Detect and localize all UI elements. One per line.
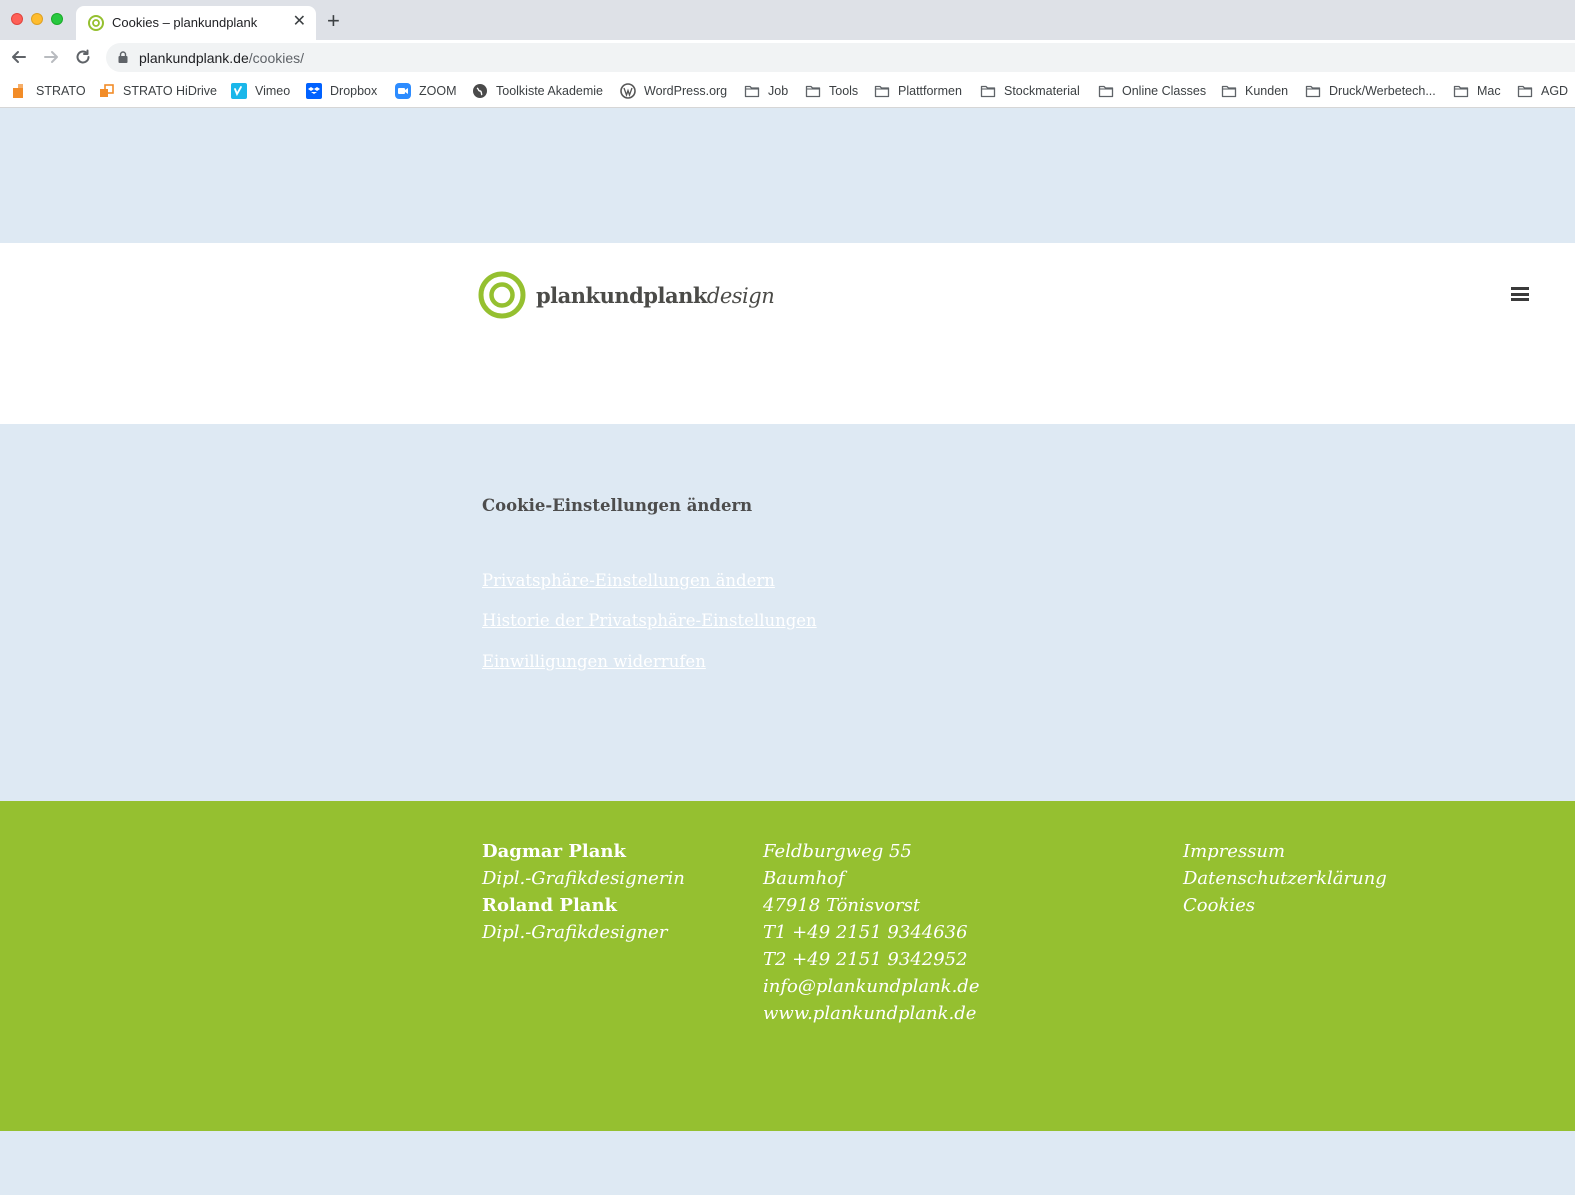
lock-icon[interactable] xyxy=(118,51,128,63)
close-tab-icon[interactable]: ✕ xyxy=(293,12,306,32)
phone-2[interactable]: T2 +49 2151 9342952 xyxy=(763,946,979,973)
logo-wordmark: plankundplankdesign xyxy=(536,282,775,308)
bookmark-item[interactable]: Vimeo xyxy=(231,82,290,100)
bookmark-item[interactable]: WordPress.org xyxy=(620,82,727,100)
bookmark-label: STRATO xyxy=(36,84,86,98)
globe-icon xyxy=(472,83,488,99)
bookmark-label: Plattformen xyxy=(898,84,962,98)
person-title: Dipl.-Grafikdesigner xyxy=(482,922,668,943)
bookmark-label: Online Classes xyxy=(1122,84,1207,98)
impressum-link[interactable]: Impressum xyxy=(1183,838,1387,865)
footer-people: Dagmar Plank Dipl.-Grafikdesignerin Rola… xyxy=(482,838,685,946)
site-footer: Dagmar Plank Dipl.-Grafikdesignerin Rola… xyxy=(0,801,1575,1131)
bookmark-label: Mac xyxy=(1477,84,1501,98)
bookmark-item[interactable]: STRATO xyxy=(12,82,86,100)
address-street: Feldburgweg 55 xyxy=(763,841,912,862)
bookmark-item[interactable]: Druck/Werbetech... xyxy=(1305,82,1436,100)
bookmark-label: Job xyxy=(768,84,789,98)
menu-hamburger-icon[interactable] xyxy=(1511,287,1529,301)
bookmark-item[interactable]: Mac xyxy=(1453,82,1501,100)
bookmark-label: Kunden xyxy=(1245,84,1289,98)
bookmark-item[interactable]: Online Classes xyxy=(1098,82,1206,100)
folder-icon xyxy=(1098,83,1114,99)
strato-icon xyxy=(12,83,28,99)
site-logo[interactable]: plankundplankdesign xyxy=(478,271,775,319)
site-favicon-icon xyxy=(88,15,104,31)
bookmark-item[interactable]: ZOOM xyxy=(395,82,457,100)
address-place: Baumhof xyxy=(763,868,845,889)
bookmark-item[interactable]: Toolkiste Akademie xyxy=(472,82,603,100)
page-heading: Cookie-Einstellungen ändern xyxy=(482,496,753,515)
hidrive-icon xyxy=(99,83,115,99)
bookmark-label: Vimeo xyxy=(255,84,291,98)
back-arrow-icon[interactable] xyxy=(10,48,28,66)
bookmark-label: Druck/Werbetech... xyxy=(1329,84,1436,98)
active-tab[interactable]: Cookies – plankundplank ✕ xyxy=(76,6,316,40)
forward-arrow-icon[interactable] xyxy=(42,48,60,66)
close-window-button[interactable] xyxy=(11,13,23,25)
bookmark-label: STRATO HiDrive xyxy=(123,84,217,98)
bookmark-label: Tools xyxy=(829,84,859,98)
footer-contact: Feldburgweg 55 Baumhof 47918 Tönisvorst … xyxy=(763,838,979,1027)
new-tab-button[interactable]: + xyxy=(327,9,340,33)
bookmark-label: WordPress.org xyxy=(644,84,728,98)
folder-icon xyxy=(1305,83,1321,99)
address-city: 47918 Tönisvorst xyxy=(763,895,921,916)
folder-icon xyxy=(874,83,890,99)
folder-icon xyxy=(980,83,996,99)
bookmark-item[interactable]: Plattformen xyxy=(874,82,962,100)
bookmark-item[interactable]: Job xyxy=(744,82,788,100)
vimeo-icon xyxy=(231,83,247,99)
bookmark-label: Stockmaterial xyxy=(1004,84,1080,98)
person-name: Dagmar Plank xyxy=(482,841,626,862)
bookmark-item[interactable]: Tools xyxy=(805,82,858,100)
zoom-icon xyxy=(395,83,411,99)
bookmark-item[interactable]: Dropbox xyxy=(306,82,377,100)
tab-title: Cookies – plankundplank xyxy=(112,15,258,30)
website-link[interactable]: www.plankundplank.de xyxy=(763,1000,979,1027)
dropbox-icon xyxy=(306,83,322,99)
folder-icon xyxy=(805,83,821,99)
address-bar[interactable]: plankundplank.de/cookies/ xyxy=(106,43,1575,72)
bookmark-label: Toolkiste Akademie xyxy=(496,84,604,98)
privacy-policy-link[interactable]: Datenschutzerklärung xyxy=(1183,865,1387,892)
folder-icon xyxy=(1453,83,1469,99)
phone-1[interactable]: T1 +49 2151 9344636 xyxy=(763,919,979,946)
zoom-window-button[interactable] xyxy=(51,13,63,25)
email-link[interactable]: info@plankundplank.de xyxy=(763,973,979,1000)
revoke-consent-link[interactable]: Einwilligungen widerrufen xyxy=(482,652,706,671)
privacy-history-link[interactable]: Historie der Privatsphäre-Einstellungen xyxy=(482,611,817,630)
minimize-window-button[interactable] xyxy=(31,13,43,25)
bookmark-item[interactable]: Kunden xyxy=(1221,82,1288,100)
site-header: plankundplankdesign xyxy=(0,243,1575,424)
bookmark-item[interactable]: STRATO HiDrive xyxy=(99,82,217,100)
bookmark-label: ZOOM xyxy=(419,84,457,98)
person-title: Dipl.-Grafikdesignerin xyxy=(482,868,685,889)
tab-strip: Cookies – plankundplank ✕ + xyxy=(0,0,1575,40)
bookmark-label: Dropbox xyxy=(330,84,378,98)
bookmarks-bar: STRATO STRATO HiDrive Vimeo Dropbox ZOOM Tool… xyxy=(0,74,1575,108)
wordpress-icon xyxy=(620,83,636,99)
folder-icon xyxy=(1221,83,1237,99)
cookies-link[interactable]: Cookies xyxy=(1183,892,1387,919)
browser-toolbar: plankundplank.de/cookies/ xyxy=(0,40,1575,74)
reload-icon[interactable] xyxy=(74,48,92,66)
person-name: Roland Plank xyxy=(482,895,617,916)
main-content: Cookie-Einstellungen ändern Privatsphäre… xyxy=(0,424,1575,801)
bookmark-item[interactable]: AGD xyxy=(1517,82,1568,100)
folder-icon xyxy=(744,83,760,99)
logo-target-icon xyxy=(478,271,526,319)
footer-legal-links: Impressum Datenschutzerklärung Cookies xyxy=(1183,838,1387,919)
url-text[interactable]: plankundplank.de/cookies/ xyxy=(139,50,304,66)
bookmark-item[interactable]: Stockmaterial xyxy=(980,82,1080,100)
privacy-settings-link[interactable]: Privatsphäre-Einstellungen ändern xyxy=(482,571,775,590)
bookmark-label: AGD xyxy=(1541,84,1569,98)
folder-icon xyxy=(1517,83,1533,99)
